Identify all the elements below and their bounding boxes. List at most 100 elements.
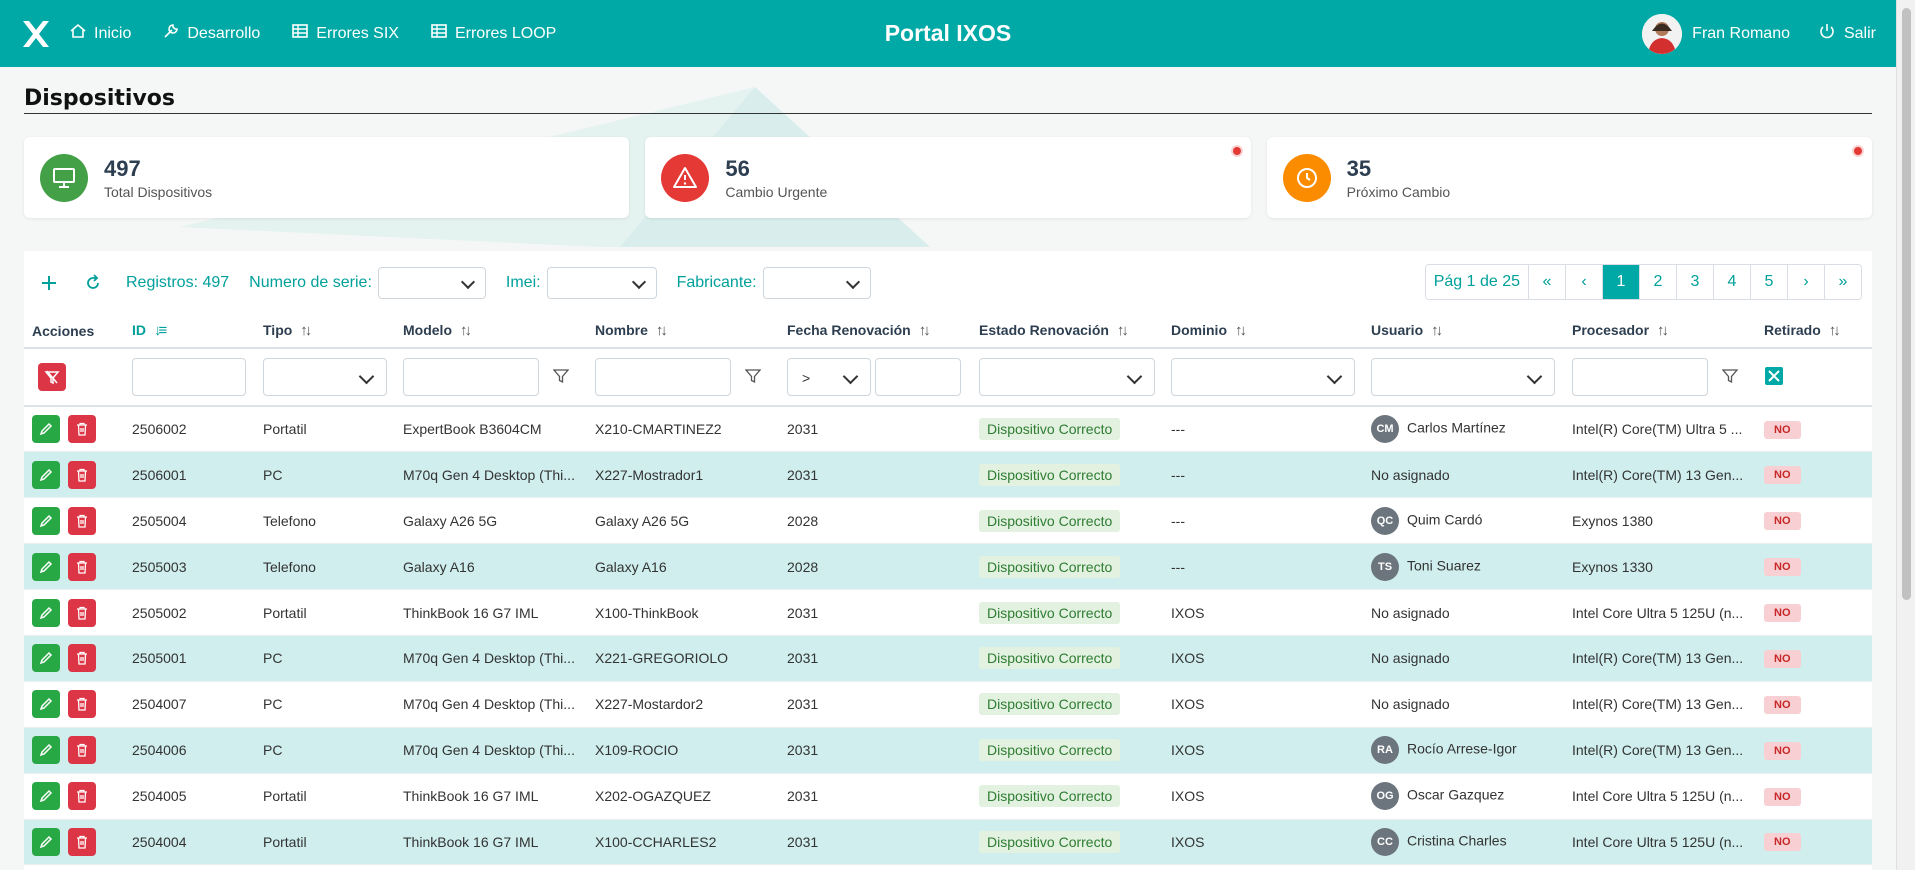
status-badge: Dispositivo Correcto (979, 693, 1121, 716)
fecha-filter-input[interactable] (875, 358, 961, 396)
prev-page-button[interactable]: ‹ (1565, 265, 1602, 299)
delete-button[interactable] (68, 598, 96, 627)
user-name: Toni Suarez (1407, 557, 1481, 574)
edit-button[interactable] (32, 460, 60, 489)
page-1-button[interactable]: 1 (1602, 265, 1639, 299)
cell-estado: Dispositivo Correcto (971, 773, 1163, 820)
cell-id: 2505004 (124, 497, 255, 545)
dominio-filter-select[interactable] (1171, 358, 1355, 396)
user-avatar: OG (1371, 782, 1399, 811)
delete-button[interactable] (68, 644, 96, 673)
first-page-button[interactable]: « (1528, 265, 1565, 299)
retirado-filter-checkbox[interactable] (1764, 366, 1784, 389)
col-nombre[interactable]: Nombre ↑↓ (587, 314, 779, 349)
nav-errores-loop[interactable]: Errores LOOP (430, 22, 556, 45)
table-row[interactable]: 2504007 PC M70q Gen 4 Desktop (Thi... X2… (24, 681, 1872, 728)
delete-button[interactable] (68, 552, 96, 581)
cell-estado: Dispositivo Correcto (971, 497, 1163, 545)
col-usuario[interactable]: Usuario ↑↓ (1363, 314, 1564, 349)
delete-button[interactable] (68, 506, 96, 535)
cell-usuario: QC Quim Cardó (1363, 497, 1564, 545)
refresh-button[interactable] (82, 272, 104, 294)
sort-icon: ↑↓ (918, 322, 931, 339)
nav-desarrollo[interactable]: Desarrollo (162, 22, 260, 45)
edit-button[interactable] (32, 782, 60, 811)
delete-button[interactable] (68, 827, 96, 856)
page-scrollbar[interactable] (1896, 0, 1915, 870)
top-navbar: Inicio Desarrollo Errores SIX Errores LO… (0, 0, 1896, 67)
delete-button[interactable] (68, 690, 96, 719)
table-row[interactable]: 2504005 Portatil ThinkBook 16 G7 IML X20… (24, 773, 1872, 820)
cell-retirado: NO (1756, 589, 1872, 636)
edit-button[interactable] (32, 736, 60, 765)
logout-button[interactable]: Salir (1818, 22, 1876, 45)
nombre-filter-input[interactable] (595, 358, 731, 396)
ixos-logo[interactable] (21, 19, 51, 49)
card-proximo-cambio[interactable]: 35 Próximo Cambio (1266, 137, 1872, 218)
col-estado-renovacion[interactable]: Estado Renovación ↑↓ (971, 314, 1163, 349)
table-row[interactable]: 2505003 Telefono Galaxy A16 Galaxy A16 2… (24, 543, 1872, 591)
table-row[interactable]: 2505002 Portatil ThinkBook 16 G7 IML X10… (24, 589, 1872, 636)
col-fecha-renovacion[interactable]: Fecha Renovación ↑↓ (779, 314, 971, 349)
id-filter-input[interactable] (132, 358, 246, 396)
edit-button[interactable] (32, 506, 60, 535)
delete-button[interactable] (68, 415, 96, 444)
add-button[interactable] (38, 272, 60, 294)
page-2-button[interactable]: 2 (1639, 265, 1676, 299)
tipo-filter-select[interactable] (263, 358, 387, 396)
delete-button[interactable] (68, 736, 96, 765)
table-row[interactable]: 2504004 Portatil ThinkBook 16 G7 IML X10… (24, 819, 1872, 866)
filter-icon[interactable] (552, 368, 570, 387)
cell-id: 2506001 (124, 451, 255, 499)
edit-button[interactable] (32, 552, 60, 581)
col-dominio[interactable]: Dominio ↑↓ (1163, 314, 1363, 349)
page-5-button[interactable]: 5 (1750, 265, 1787, 299)
card-total-dispositivos[interactable]: 497 Total Dispositivos (24, 137, 630, 218)
next-page-button[interactable]: › (1787, 265, 1824, 299)
scrollbar-thumb[interactable] (1902, 8, 1911, 600)
last-page-button[interactable]: » (1824, 265, 1861, 299)
modelo-filter-input[interactable] (403, 358, 539, 396)
table-row[interactable]: 2506001 PC M70q Gen 4 Desktop (Thi... X2… (24, 451, 1872, 499)
col-tipo[interactable]: Tipo ↑↓ (255, 314, 395, 349)
cell-fecha: 2031 (779, 406, 971, 453)
edit-button[interactable] (32, 827, 60, 856)
trash-icon (77, 835, 87, 849)
col-procesador[interactable]: Procesador ↑↓ (1564, 314, 1756, 349)
delete-button[interactable] (68, 782, 96, 811)
table-row[interactable]: 2505001 PC M70q Gen 4 Desktop (Thi... X2… (24, 635, 1872, 682)
nav-errores-six[interactable]: Errores SIX (291, 22, 399, 45)
card-cambio-urgente[interactable]: 56 Cambio Urgente (645, 137, 1251, 218)
pencil-icon (39, 560, 53, 573)
nav-inicio[interactable]: Inicio (69, 22, 131, 45)
procesador-filter-input[interactable] (1572, 358, 1708, 396)
filter-row: > (24, 348, 1872, 407)
filter-icon[interactable] (744, 368, 762, 387)
cell-usuario: RA Rocío Arrese-Igor (1363, 727, 1564, 774)
edit-button[interactable] (32, 690, 60, 719)
edit-button[interactable] (32, 415, 60, 444)
filter-icon[interactable] (1721, 368, 1739, 387)
user-menu[interactable]: Fran Romano (1642, 13, 1790, 54)
estado-filter-select[interactable] (979, 358, 1155, 396)
maker-select[interactable] (762, 266, 871, 299)
page-3-button[interactable]: 3 (1676, 265, 1713, 299)
serial-select[interactable] (377, 266, 486, 299)
table-row[interactable]: 2506002 Portatil ExpertBook B3604CM X210… (24, 406, 1872, 453)
col-id[interactable]: ID ↓≡ (124, 314, 255, 349)
clear-filters-button[interactable] (38, 363, 66, 391)
col-retirado[interactable]: Retirado ↑↓ (1756, 314, 1872, 349)
edit-button[interactable] (32, 644, 60, 673)
col-modelo[interactable]: Modelo ↑↓ (395, 314, 587, 349)
delete-button[interactable] (68, 460, 96, 489)
page-4-button[interactable]: 4 (1713, 265, 1750, 299)
edit-button[interactable] (32, 598, 60, 627)
cell-dominio: --- (1163, 497, 1363, 545)
usuario-filter-select[interactable] (1371, 358, 1555, 396)
imei-label: Imei: (505, 273, 541, 291)
fecha-operator-select[interactable]: > (787, 358, 871, 396)
imei-select[interactable] (546, 266, 657, 299)
table-row[interactable]: 2505004 Telefono Galaxy A26 5G Galaxy A2… (24, 497, 1872, 545)
table-row[interactable]: 2504006 PC M70q Gen 4 Desktop (Thi... X1… (24, 727, 1872, 774)
card-value: 35 (1346, 155, 1372, 181)
